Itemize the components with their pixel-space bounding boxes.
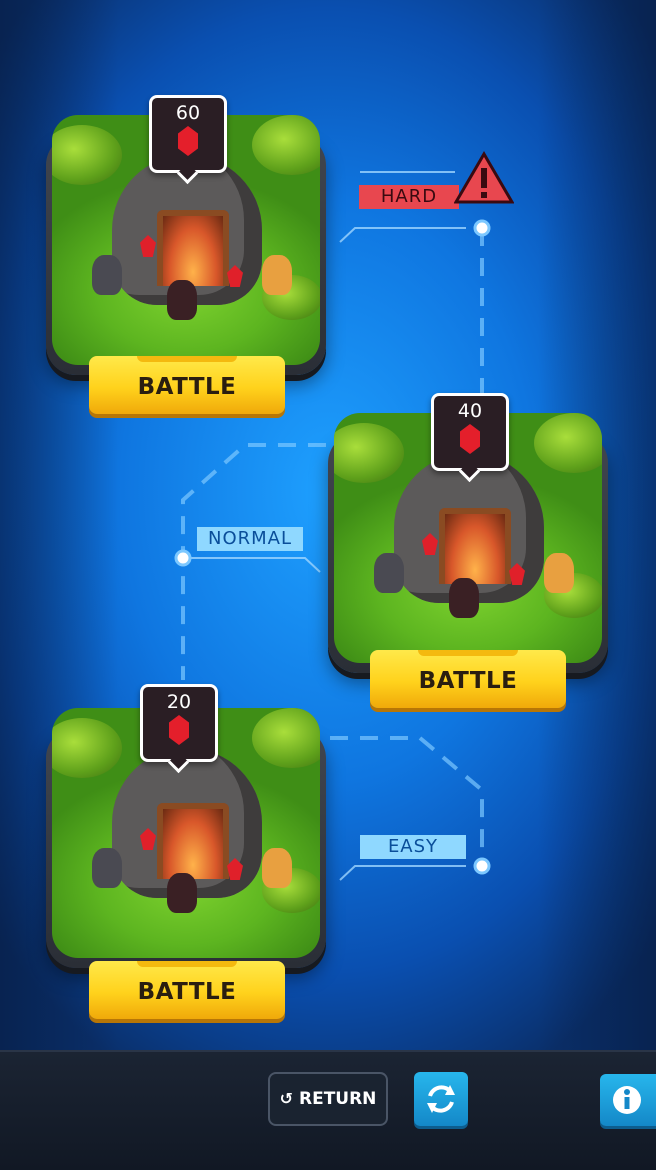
difficulty-tag-easy: EASY [360,835,466,859]
battle-button-easy[interactable]: BATTLE [89,961,285,1019]
red-gem-icon [178,126,198,156]
difficulty-tag-hard: HARD [359,185,459,209]
return-arrow-icon: ↺ [279,1089,293,1108]
difficulty-tag-normal: NORMAL [197,527,303,551]
refresh-icon [427,1085,455,1113]
level-card-hard[interactable]: 60 [46,95,326,395]
hard-path-node [473,219,491,237]
gem-cost-badge: 60 [149,95,227,173]
info-icon [613,1086,641,1114]
return-label: RETURN [298,1089,377,1109]
level-card-easy[interactable]: 20 [46,684,326,988]
battle-button-normal[interactable]: BATTLE [370,650,566,708]
gem-cost-badge: 40 [431,393,509,471]
gem-cost-value: 60 [175,102,201,124]
gem-cost-value: 20 [166,691,192,713]
level-card-normal[interactable]: 40 [328,393,608,693]
refresh-button[interactable] [414,1072,468,1126]
red-gem-icon [169,715,189,745]
normal-path-node [174,549,192,567]
gem-cost-badge: 20 [140,684,218,762]
easy-path-node [473,857,491,875]
warning-icon [454,151,514,204]
return-button[interactable]: ↺ RETURN [268,1072,388,1126]
gem-cost-value: 40 [457,400,483,422]
info-button[interactable] [600,1074,656,1126]
battle-button-hard[interactable]: BATTLE [89,356,285,414]
red-gem-icon [460,424,480,454]
